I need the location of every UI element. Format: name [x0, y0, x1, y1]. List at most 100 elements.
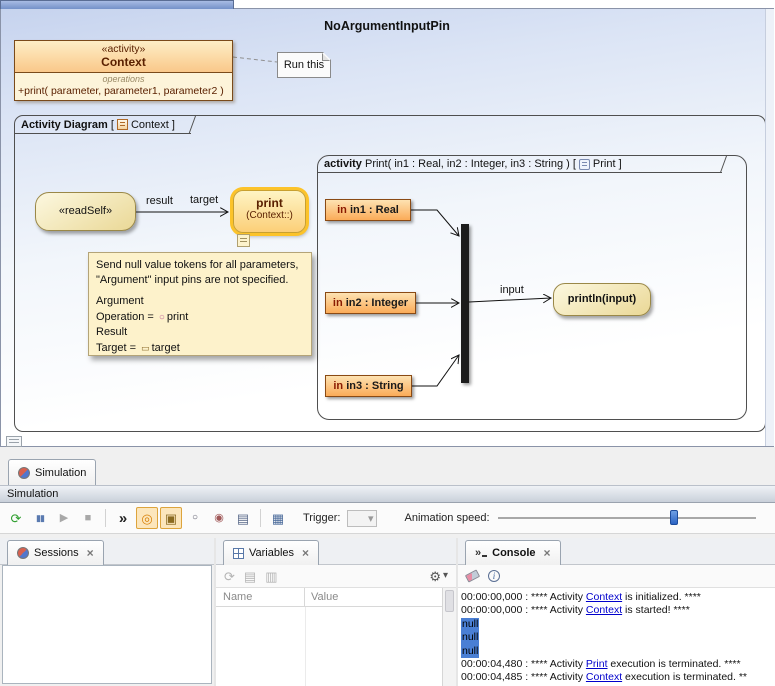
console-output[interactable]: 00:00:00,000 : **** Activity Context is …	[458, 588, 775, 686]
tab-label: Variables	[249, 547, 294, 559]
variables-tab-strip: Variables ×	[216, 538, 456, 565]
report-button[interactable]: ▦	[267, 507, 289, 529]
activity-diagram-icon	[117, 119, 128, 130]
record-button[interactable]: ◉	[208, 507, 230, 529]
read-self-label: «readSelf»	[36, 193, 135, 230]
pin-direction: in	[333, 297, 343, 309]
console-tab-strip: » Console ×	[458, 538, 775, 565]
variables-table-body[interactable]	[216, 607, 442, 686]
tab-variables[interactable]: Variables ×	[223, 540, 319, 565]
toolbar-separator	[260, 509, 261, 527]
tab-label: Sessions	[34, 547, 79, 559]
log-text: is initialized. ****	[622, 591, 701, 603]
tab-simulation[interactable]: Simulation	[8, 459, 96, 485]
tooltip-line2: "Argument" input pins are not specified.	[96, 273, 304, 288]
console-toolbar: i	[458, 565, 775, 588]
tooltip-line1: Send null value tokens for all parameter…	[96, 258, 304, 273]
log-text: 00:00:00,000 : **** Activity	[461, 604, 586, 616]
run-this-note[interactable]: Run this	[277, 52, 331, 78]
column-header-name[interactable]: Name	[216, 588, 305, 606]
console-pane: » Console × i 00:00:00,000 : **** Activi…	[458, 538, 775, 686]
trigger-dropdown[interactable]: ▾	[347, 510, 377, 527]
trigger-label: Trigger:	[303, 512, 341, 524]
context-class-node[interactable]: «activity» Context operations +print( pa…	[14, 40, 233, 101]
diagram-window-tab[interactable]	[0, 0, 234, 9]
table-options-button[interactable]: ⚙▾	[429, 570, 448, 583]
element-link[interactable]: Context	[586, 591, 622, 603]
console-log-line: 00:00:04,480 : **** Activity Print execu…	[461, 658, 775, 671]
input-pin-in3[interactable]: in in3 : String	[325, 375, 412, 397]
sessions-list[interactable]	[2, 565, 212, 684]
variables-scrollbar[interactable]	[442, 588, 456, 686]
pause-button[interactable]: ▮▮	[29, 507, 51, 529]
log-text: execution is terminated. **	[622, 671, 747, 683]
animate-toggle-button[interactable]: »	[112, 507, 134, 529]
println-action[interactable]: println(input)	[553, 283, 651, 316]
slider-handle[interactable]	[670, 510, 678, 525]
export-button[interactable]: ▥	[265, 570, 277, 583]
stop-button[interactable]: ■	[77, 507, 99, 529]
tooltip-target: Target = ▭target	[96, 341, 304, 357]
edge-label-result: result	[146, 195, 173, 207]
element-link[interactable]: Context	[586, 604, 622, 616]
close-icon[interactable]: ×	[87, 546, 94, 560]
auto-start-icon: ◎	[141, 512, 152, 525]
diagram-vertical-scrollbar[interactable]	[765, 9, 774, 446]
options-button[interactable]: ○	[184, 507, 206, 529]
null-output-selected: null	[461, 631, 479, 644]
read-self-action[interactable]: «readSelf»	[35, 192, 136, 231]
console-log-line: 00:00:04,485 : **** Activity Context exe…	[461, 671, 775, 684]
variables-table-header: Name Value	[216, 588, 442, 607]
join-node[interactable]	[461, 224, 469, 383]
console-log-line: 00:00:00,000 : **** Activity Context is …	[461, 591, 775, 604]
step-button[interactable]: ▶	[53, 507, 75, 529]
tab-sessions[interactable]: Sessions ×	[7, 540, 104, 565]
activity-icon	[579, 159, 590, 170]
restart-icon: ⟳	[11, 512, 22, 525]
info-button[interactable]: i	[488, 570, 500, 582]
input-pin-in2[interactable]: in in2 : Integer	[325, 292, 416, 314]
simulation-panel-header[interactable]: Simulation	[0, 485, 775, 503]
snapshot-button[interactable]: ▤	[232, 507, 254, 529]
column-header-value[interactable]: Value	[305, 591, 442, 603]
input-pin-in1[interactable]: in in1 : Real	[325, 199, 411, 221]
restart-button[interactable]: ⟳	[5, 507, 27, 529]
close-icon[interactable]: ×	[302, 546, 309, 560]
tab-console[interactable]: » Console ×	[465, 540, 561, 565]
properties-callout-icon[interactable]	[237, 234, 250, 247]
import-button[interactable]: ▤	[244, 570, 256, 583]
breakpoints-toggle-button[interactable]: ▣	[160, 507, 182, 529]
pin-label: in2 : Integer	[343, 297, 408, 309]
activity-frame-header[interactable]: activity Print( in1 : Real, in2 : Intege…	[318, 156, 722, 173]
sessions-tab-strip: Sessions ×	[0, 538, 214, 565]
class-operation[interactable]: +print( parameter, parameter1, parameter…	[15, 85, 232, 100]
scrollbar-thumb[interactable]	[445, 590, 454, 612]
animation-speed-slider[interactable]	[498, 509, 756, 527]
tooltip-target-value: target	[152, 342, 180, 354]
pause-icon: ▮▮	[36, 514, 44, 523]
element-link[interactable]: Context	[586, 671, 622, 683]
print-action[interactable]: print (Context::)	[233, 190, 306, 233]
grid-icon[interactable]	[6, 436, 22, 447]
refresh-button[interactable]: ⟳	[224, 570, 235, 583]
element-link[interactable]: Print	[586, 658, 608, 670]
tooltip-result-text: Result	[96, 326, 127, 338]
auto-start-toggle-button[interactable]: ◎	[136, 507, 158, 529]
tooltip-operation-value: print	[167, 311, 188, 323]
info-icon: i	[488, 570, 500, 582]
clear-console-button[interactable]	[466, 572, 479, 580]
diagram-frame-tab[interactable]: Activity Diagram [Context ]	[15, 116, 191, 134]
stop-icon: ■	[85, 513, 92, 524]
print-action-name: print	[234, 196, 305, 210]
close-icon[interactable]: ×	[544, 546, 551, 560]
console-log-line: 00:00:00,000 : **** Activity Context is …	[461, 604, 775, 617]
pin-label: in1 : Real	[347, 204, 399, 216]
panel-title: Simulation	[7, 488, 58, 500]
operation-icon: ○	[159, 312, 165, 323]
tooltip-operation-label: Operation =	[96, 311, 157, 323]
chevron-down-icon: ▾	[443, 571, 448, 581]
tab-label: Simulation	[35, 467, 86, 479]
animate-icon: »	[119, 511, 127, 526]
log-text: 00:00:04,480 : **** Activity	[461, 658, 586, 670]
tooltip-argument: Argument	[96, 294, 304, 310]
